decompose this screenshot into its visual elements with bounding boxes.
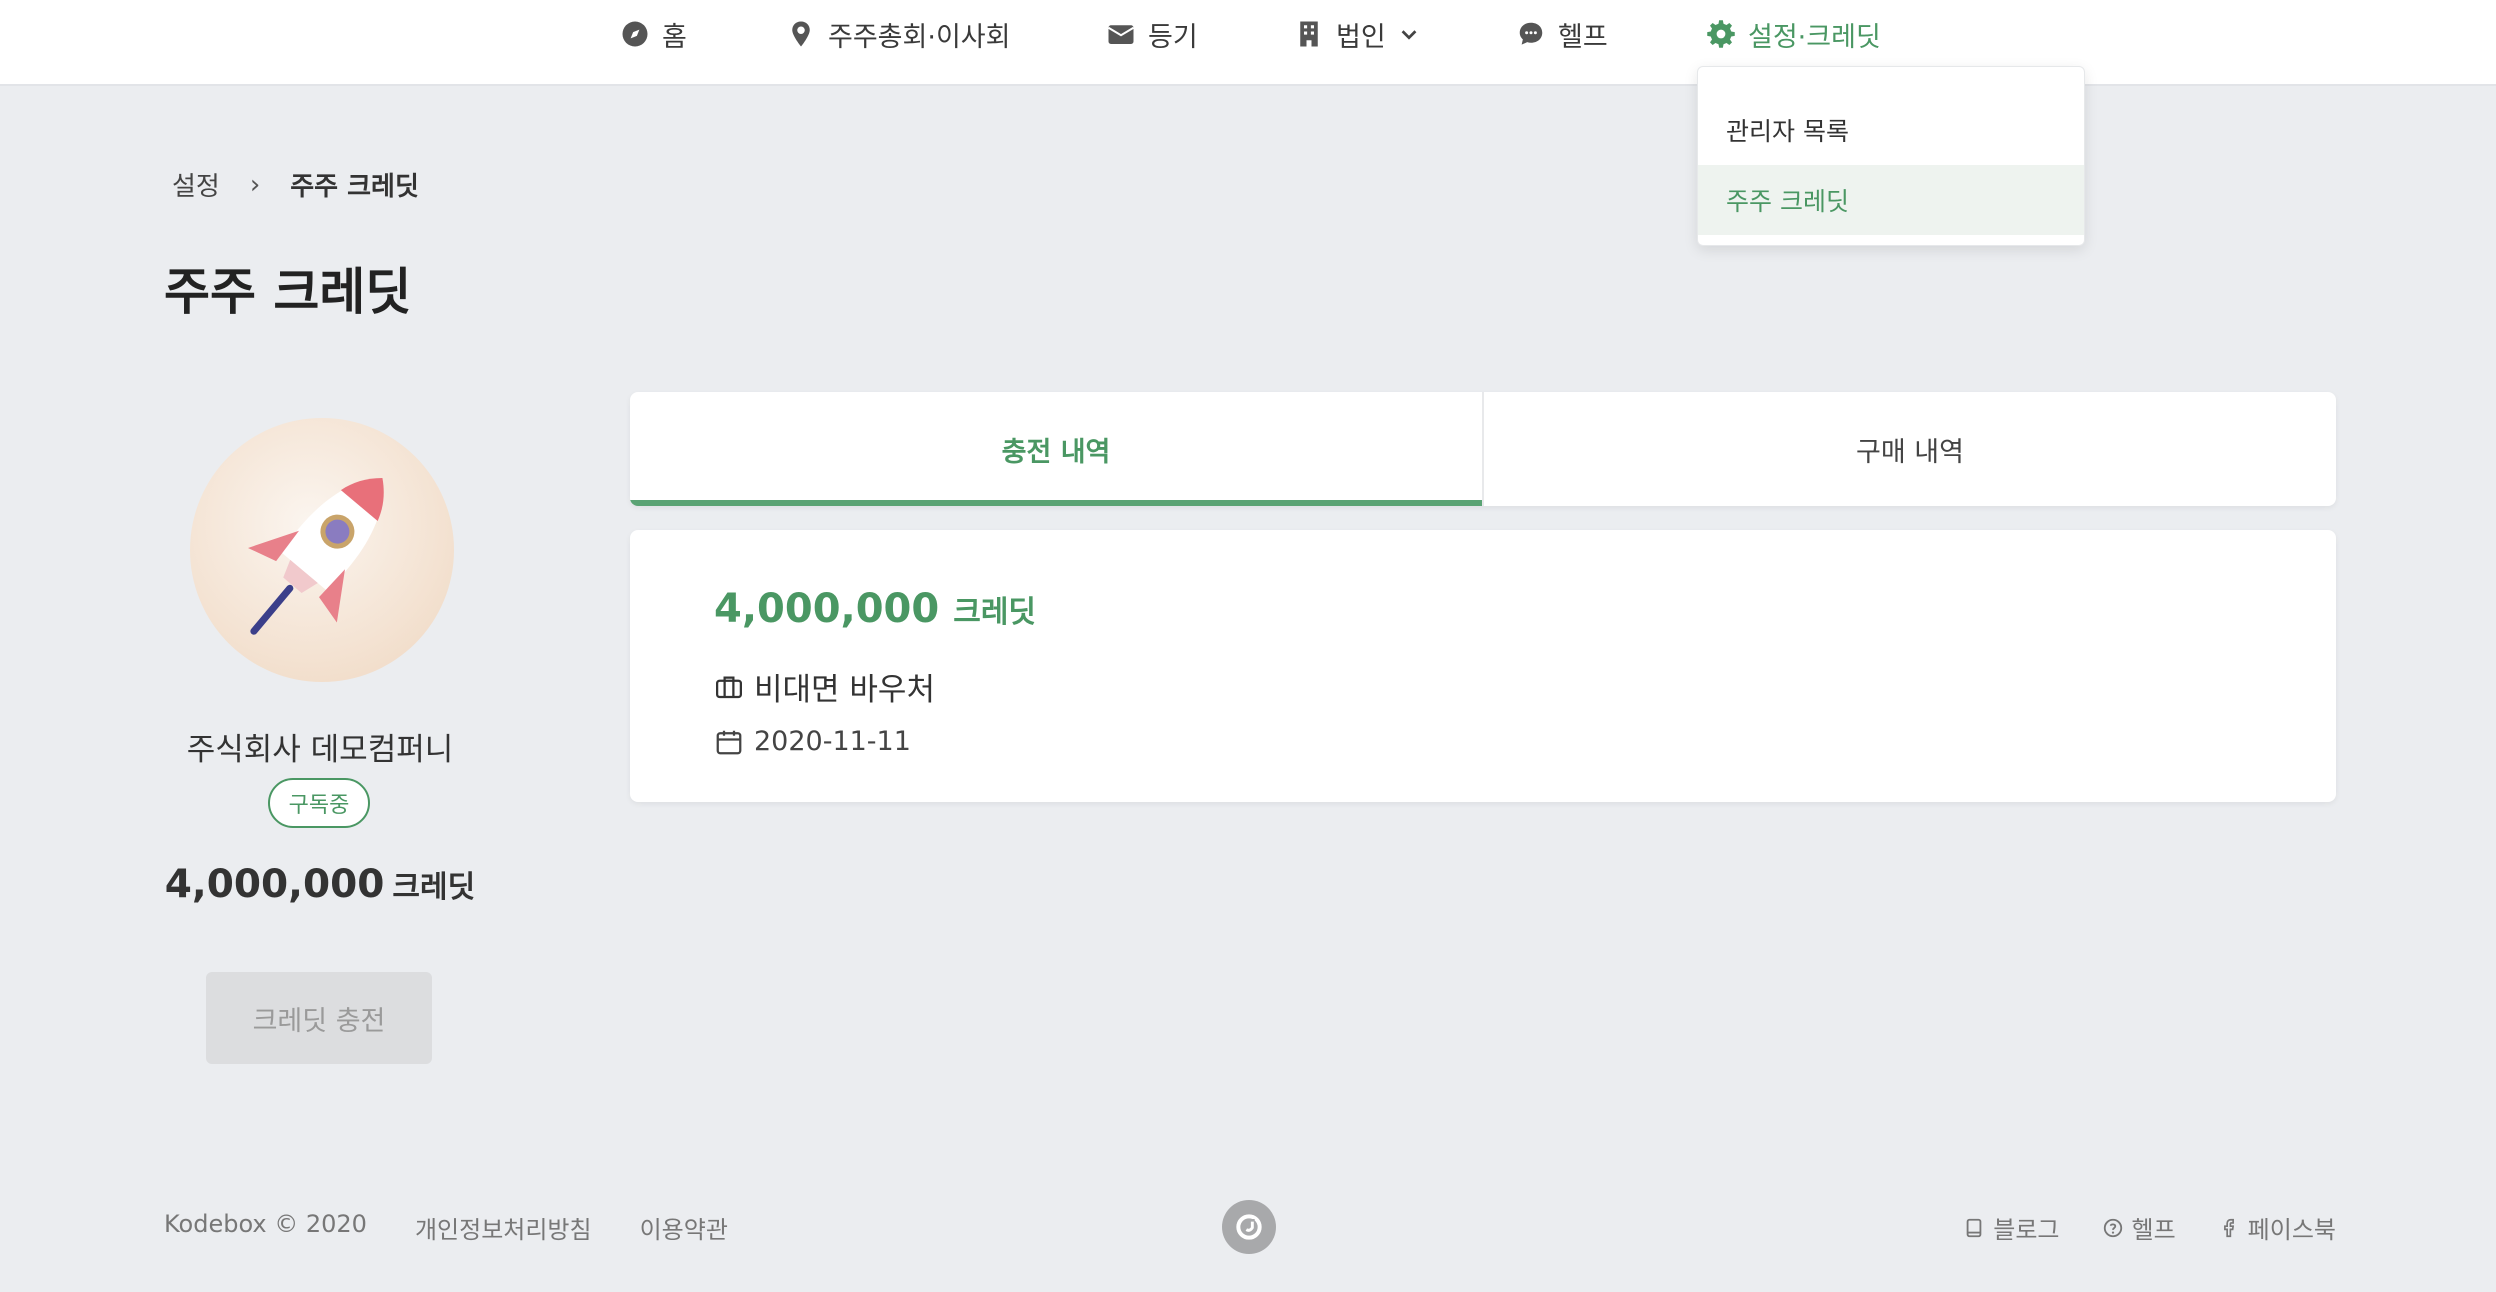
book-icon (1963, 1217, 1985, 1239)
credit-total: 4,000,000 크레딧 (120, 862, 520, 907)
footer-help-label: 헬프 (2131, 1216, 2176, 1244)
breadcrumb-parent[interactable]: 설정 (172, 166, 220, 203)
nav-item-help[interactable]: 헬프 (1516, 14, 1608, 54)
tab-purchase-history[interactable]: 구매 내역 (1482, 392, 2336, 506)
building-icon (1294, 19, 1324, 49)
nav-item-meeting[interactable]: 주주총회·이사회 (786, 14, 1010, 54)
footer-terms-link[interactable]: 이용약관 (640, 1210, 728, 1245)
history-amount-value: 4,000,000 (714, 586, 940, 632)
footer-right: 블로그 헬프 페이스북 (1963, 1210, 2336, 1245)
footer-facebook-label: 페이스북 (2247, 1216, 2336, 1244)
top-navigation: 홈 주주총회·이사회 등기 법인 헬프 설정·크레딧 (0, 0, 2496, 86)
page-title: 주주 크레딧 (164, 263, 412, 321)
footer-blog-link[interactable]: 블로그 (1963, 1210, 2060, 1245)
nav-label: 주주총회·이사회 (828, 21, 1011, 53)
company-avatar (190, 418, 454, 682)
settings-dropdown-menu: 관리자 목록 주주 크레딧 (1697, 66, 2085, 246)
history-amount: 4,000,000 크레딧 (714, 586, 1036, 632)
footer-privacy-link[interactable]: 개인정보처리방침 (415, 1210, 592, 1245)
nav-label: 홈 (662, 21, 687, 53)
nav-label: 등기 (1148, 21, 1198, 53)
footer-copyright: Kodebox © 2020 (164, 1210, 367, 1238)
nav-label: 헬프 (1558, 21, 1608, 53)
subscription-badge: 구독중 (268, 778, 370, 828)
footer-blog-label: 블로그 (1993, 1216, 2060, 1244)
credit-unit: 크레딧 (392, 870, 476, 905)
history-source: 비대면 바우처 (754, 672, 935, 708)
credit-amount: 4,000,000 (164, 862, 385, 907)
kodebox-logo-icon (1222, 1200, 1276, 1254)
location-pin-icon (786, 19, 816, 49)
nav-label: 법인 (1336, 21, 1386, 53)
chevron-down-icon (1398, 19, 1420, 49)
rocket-icon (248, 477, 384, 635)
nav-item-settings[interactable]: 설정·크레딧 (1706, 14, 1881, 54)
nav-label: 설정·크레딧 (1748, 21, 1881, 53)
question-icon (2102, 1217, 2124, 1239)
dropdown-item-admin-list[interactable]: 관리자 목록 (1698, 95, 2084, 165)
company-name: 주식회사 데모컴퍼니 (186, 732, 454, 768)
tab-charge-history[interactable]: 충전 내역 (630, 392, 1482, 506)
footer-left: Kodebox © 2020 개인정보처리방침 이용약관 (164, 1210, 728, 1245)
calendar-icon (714, 727, 744, 757)
breadcrumb-current: 주주 크레딧 (290, 172, 419, 202)
history-date: 2020-11-11 (754, 726, 911, 757)
history-card: 4,000,000 크레딧 비대면 바우처 2020-11-11 (630, 530, 2336, 802)
facebook-icon (2218, 1217, 2240, 1239)
nav-item-registration[interactable]: 등기 (1106, 14, 1198, 54)
mail-icon (1106, 19, 1136, 49)
footer-help-link[interactable]: 헬프 (2102, 1210, 2176, 1245)
history-tabs: 충전 내역 구매 내역 (630, 392, 2336, 506)
breadcrumb-separator: › (249, 169, 261, 200)
history-date-row: 2020-11-11 (714, 726, 911, 757)
charge-credit-button[interactable]: 크레딧 충전 (206, 972, 432, 1064)
footer-facebook-link[interactable]: 페이스북 (2218, 1210, 2336, 1245)
chat-icon (1516, 19, 1546, 49)
breadcrumb: 설정 › 주주 크레딧 (172, 166, 419, 203)
nav-item-home[interactable]: 홈 (620, 14, 687, 54)
nav-item-corporation[interactable]: 법인 (1294, 14, 1420, 54)
history-source-row: 비대면 바우처 (714, 664, 935, 709)
history-amount-unit: 크레딧 (953, 595, 1037, 630)
compass-icon (620, 19, 650, 49)
briefcase-icon (714, 672, 744, 702)
dropdown-item-shareholder-credit[interactable]: 주주 크레딧 (1698, 165, 2084, 235)
gear-icon (1706, 19, 1736, 49)
